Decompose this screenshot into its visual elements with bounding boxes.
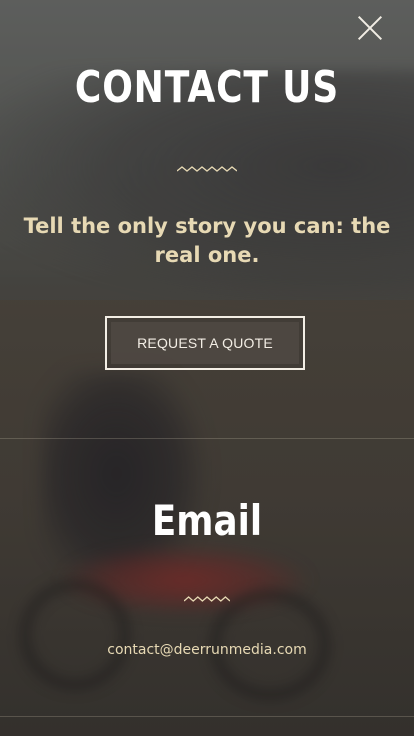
tagline: Tell the only story you can: the real on… — [23, 214, 391, 267]
bottom-divider — [0, 716, 414, 717]
email-link[interactable]: contact@deerrunmedia.com — [0, 642, 414, 658]
page-title: CONTACT US — [74, 62, 340, 113]
email-zigzag-divider-icon — [0, 593, 414, 605]
contact-overlay: CONTACT US Tell the only story you can: … — [0, 0, 414, 736]
request-quote-label: REQUEST A QUOTE — [137, 335, 273, 351]
request-quote-button[interactable]: REQUEST A QUOTE — [105, 316, 305, 370]
zigzag-divider-icon — [0, 163, 414, 175]
email-heading: Email — [151, 496, 263, 545]
close-icon[interactable] — [356, 14, 384, 42]
section-divider — [0, 438, 414, 439]
